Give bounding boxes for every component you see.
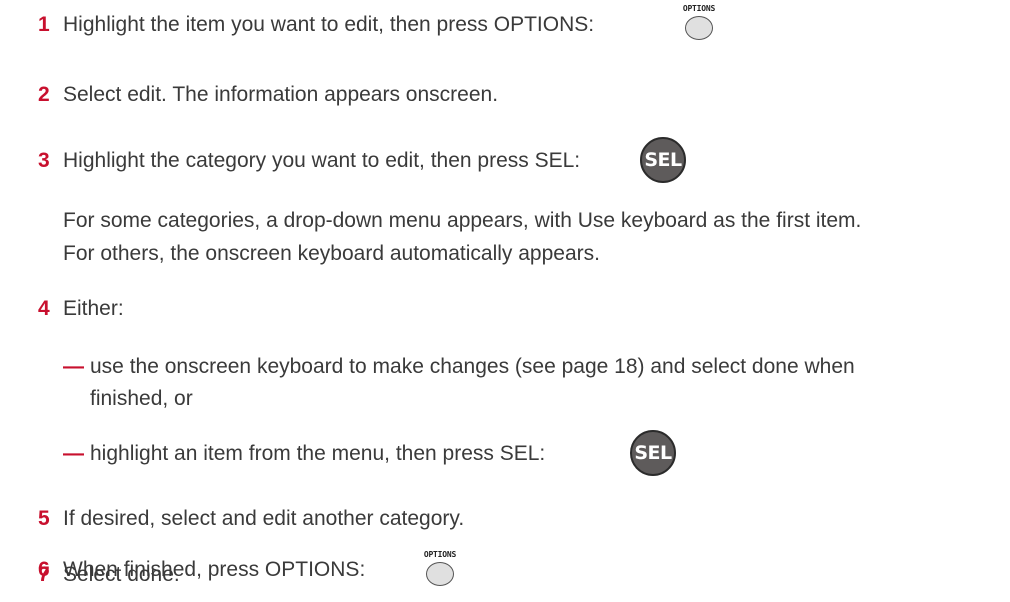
step-number: 5 bbox=[38, 507, 50, 530]
step-text: Select edit. The information appears ons… bbox=[63, 83, 499, 106]
options-button-label: OPTIONS bbox=[682, 4, 716, 13]
option-text-line: use the onscreen keyboard to make change… bbox=[90, 355, 855, 378]
step-text: Select done. bbox=[63, 563, 180, 586]
step-note-line: For some categories, a drop-down menu ap… bbox=[63, 209, 862, 232]
option-text-line: finished, or bbox=[90, 387, 193, 410]
options-button-label: OPTIONS bbox=[423, 550, 457, 559]
options-button-icon: OPTIONS bbox=[679, 4, 719, 40]
option-dash: — bbox=[63, 442, 84, 465]
step-number: 3 bbox=[38, 149, 50, 172]
option-dash: — bbox=[63, 355, 84, 378]
step-note-line: For others, the onscreen keyboard automa… bbox=[63, 242, 600, 265]
options-button-circle bbox=[685, 16, 713, 40]
step-text: Highlight the category you want to edit,… bbox=[63, 149, 581, 172]
step-number: 7 bbox=[38, 563, 50, 586]
step-number: 4 bbox=[38, 297, 50, 320]
sel-button-icon: SEL bbox=[630, 430, 676, 476]
step-text: Highlight the item you want to edit, the… bbox=[63, 13, 595, 36]
options-button-circle bbox=[426, 562, 454, 586]
step-number: 1 bbox=[38, 13, 50, 36]
step-number: 2 bbox=[38, 83, 50, 106]
option-text-line: highlight an item from the menu, then pr… bbox=[90, 442, 546, 465]
step-text: Either: bbox=[63, 297, 124, 320]
options-button-icon: OPTIONS bbox=[420, 550, 460, 586]
sel-button-icon: SEL bbox=[640, 137, 686, 183]
step-text: If desired, select and edit another cate… bbox=[63, 507, 465, 530]
